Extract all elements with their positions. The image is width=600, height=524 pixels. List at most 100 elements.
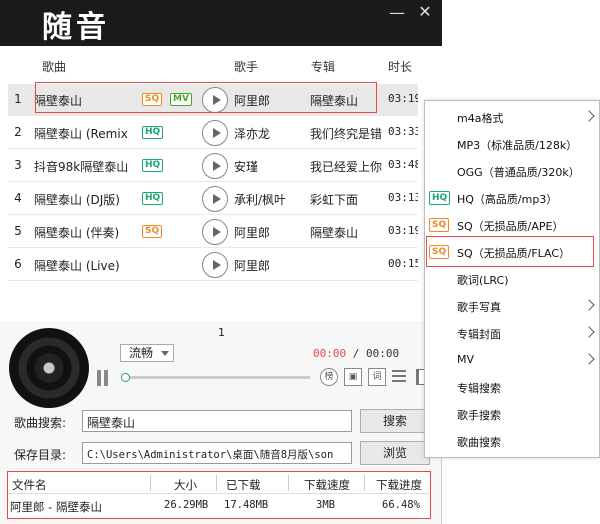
chevron-right-icon xyxy=(583,299,595,311)
download-list-header: 文件名 大小 已下载 下载速度 下载进度 xyxy=(8,472,429,494)
total-time: 00:00 xyxy=(366,347,400,360)
menu-item-label: 专辑封面 xyxy=(457,328,501,341)
song-album: 彩虹下面 xyxy=(310,193,359,207)
menu-item[interactable]: 歌手写真 xyxy=(425,293,600,319)
quality-select[interactable]: 流畅 xyxy=(120,344,174,362)
menu-item[interactable]: 歌词(LRC) xyxy=(425,266,600,292)
main-window: 随音 — ✕ 歌曲 歌手 专辑 时长 1 隔壁泰山 SQ MV 阿里郎 隔壁泰山 03:19… xyxy=(0,0,442,524)
chart-icon[interactable]: 榜 xyxy=(320,368,338,386)
menu-item-highlight xyxy=(426,236,594,267)
menu-item[interactable]: 专辑封面 xyxy=(425,320,600,346)
song-row[interactable]: 3 抖音98k隔壁泰山 HQ 安瑾 我已经爱上你 03:48 xyxy=(8,150,418,182)
menu-item-label: 歌曲搜索 xyxy=(457,436,501,449)
column-title[interactable]: 歌曲 xyxy=(42,58,66,75)
hq-badge: HQ xyxy=(429,191,451,205)
song-row[interactable]: 5 隔壁泰山 (伴奏) SQ 阿里郎 隔壁泰山 03:19 xyxy=(8,216,418,248)
dl-file: 阿里郎 - 隔壁泰山 xyxy=(10,500,102,514)
time-separator: / xyxy=(352,347,360,360)
menu-item[interactable]: 歌曲搜索 xyxy=(425,428,600,454)
chevron-right-icon xyxy=(583,326,595,338)
song-artist: 泽亦龙 xyxy=(234,127,271,141)
page-number[interactable]: 1 xyxy=(218,326,225,339)
song-duration: 00:15 xyxy=(388,257,418,270)
column-album[interactable]: 专辑 xyxy=(311,58,335,75)
menu-item[interactable]: OGG（普通品质/320k） xyxy=(425,158,600,184)
dl-col-divider xyxy=(150,475,151,491)
hq-badge: HQ xyxy=(142,192,164,205)
menu-item-label: 专辑搜索 xyxy=(457,382,501,395)
lyric-icon[interactable]: 词 xyxy=(368,368,386,386)
title-bar[interactable]: 随音 — ✕ xyxy=(0,0,442,46)
search-label: 歌曲搜索: xyxy=(14,416,67,430)
download-context-menu: m4a格式 MP3（标准品质/128k） OGG（普通品质/320k） HQ HQ（高品… xyxy=(424,100,600,458)
save-dir-label: 保存目录: xyxy=(14,448,67,462)
close-button[interactable]: ✕ xyxy=(416,3,434,21)
menu-item[interactable]: HQ HQ（高品质/mp3） xyxy=(425,185,600,211)
menu-item-label: m4a格式 xyxy=(457,112,504,125)
vinyl-disc-icon xyxy=(9,328,89,408)
play-icon[interactable] xyxy=(202,252,228,278)
play-icon[interactable] xyxy=(202,219,228,245)
progress-slider[interactable] xyxy=(121,373,310,382)
menu-item-label: OGG（普通品质/320k） xyxy=(457,166,580,179)
search-input[interactable]: 隔壁泰山 xyxy=(82,410,352,432)
song-album: 隔壁泰山 xyxy=(310,226,359,240)
dl-col-progress: 下载进度 xyxy=(376,478,422,492)
play-icon[interactable] xyxy=(202,186,228,212)
column-artist[interactable]: 歌手 xyxy=(234,58,258,75)
menu-item[interactable]: 歌手搜索 xyxy=(425,401,600,427)
menu-item[interactable]: SQ SQ（无损品质/APE） xyxy=(425,212,600,238)
song-artist: 承利/枫叶 xyxy=(234,193,287,207)
dl-col-size: 大小 xyxy=(174,478,197,492)
song-duration: 03:13 xyxy=(388,191,418,204)
song-duration: 03:33 xyxy=(388,125,418,138)
play-icon[interactable] xyxy=(202,120,228,146)
progress-knob[interactable] xyxy=(121,373,130,382)
menu-item[interactable]: m4a格式 xyxy=(425,104,600,130)
playlist-icon[interactable] xyxy=(392,370,406,384)
song-number: 4 xyxy=(14,191,22,205)
chevron-right-icon xyxy=(583,110,595,122)
menu-item[interactable]: MV xyxy=(425,347,600,373)
song-artist: 阿里郎 xyxy=(234,259,271,273)
dl-col-downloaded: 已下载 xyxy=(226,478,261,492)
hq-badge: HQ xyxy=(142,159,164,172)
chevron-right-icon xyxy=(583,353,595,365)
time-display: 00:00 / 00:00 xyxy=(313,347,399,360)
save-dir-input[interactable]: C:\Users\Administrator\桌面\随音8月版\son xyxy=(82,442,352,464)
download-list: 文件名 大小 已下载 下载速度 下载进度 阿里郎 - 隔壁泰山 26.29MB … xyxy=(7,471,431,519)
dl-speed: 3MB xyxy=(316,499,335,511)
menu-item[interactable]: 专辑搜索 xyxy=(425,374,600,400)
play-icon[interactable] xyxy=(202,153,228,179)
song-duration: 03:19 xyxy=(388,224,418,237)
radio-icon[interactable]: ▣ xyxy=(344,368,362,386)
song-row[interactable]: 2 隔壁泰山 (Remix HQ 泽亦龙 我们终究是错 03:33 xyxy=(8,117,418,149)
menu-item-label: 歌手搜索 xyxy=(457,409,501,422)
menu-item-label: MP3（标准品质/128k） xyxy=(457,139,578,152)
menu-item-label: 歌手写真 xyxy=(457,301,501,314)
search-button[interactable]: 搜索 xyxy=(360,409,430,433)
menu-item-label: 歌词(LRC) xyxy=(457,274,509,287)
quality-select-value: 流畅 xyxy=(129,346,154,360)
browse-button[interactable]: 浏览 xyxy=(360,441,430,465)
menu-item[interactable]: MP3（标准品质/128k） xyxy=(425,131,600,157)
minimize-button[interactable]: — xyxy=(388,4,406,22)
song-title: 隔壁泰山 (Live) xyxy=(34,259,120,273)
dl-progress: 66.48% xyxy=(382,499,420,511)
chevron-down-icon xyxy=(161,351,169,356)
pause-button[interactable] xyxy=(96,370,110,386)
dl-downloaded: 17.48MB xyxy=(224,499,269,511)
current-time: 00:00 xyxy=(313,347,347,360)
sq-badge: SQ xyxy=(142,225,163,238)
sq-badge: SQ xyxy=(429,218,450,232)
song-duration: 03:48 xyxy=(388,158,418,171)
song-row[interactable]: 6 隔壁泰山 (Live) 阿里郎 00:15 xyxy=(8,249,418,281)
song-number: 3 xyxy=(14,158,22,172)
column-duration[interactable]: 时长 xyxy=(388,58,412,75)
song-list-header: 歌曲 歌手 专辑 时长 xyxy=(0,46,442,82)
song-row[interactable]: 4 隔壁泰山 (DJ版) HQ 承利/枫叶 彩虹下面 03:13 xyxy=(8,183,418,215)
selected-row-highlight xyxy=(35,82,377,113)
dl-col-speed: 下载速度 xyxy=(304,478,350,492)
dl-col-divider xyxy=(216,475,217,491)
dl-col-divider xyxy=(364,475,365,491)
